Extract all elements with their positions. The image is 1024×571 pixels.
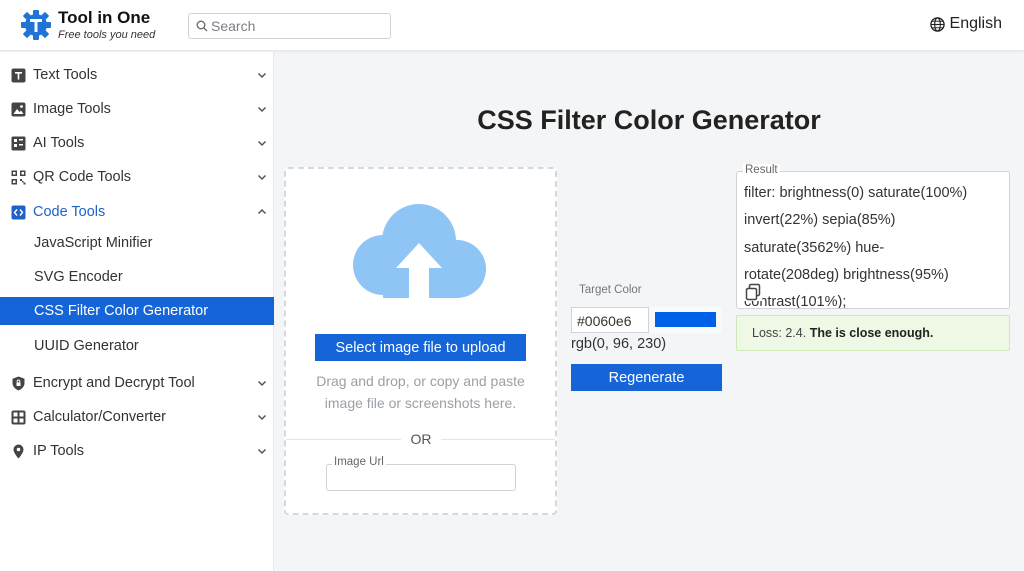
language-selector[interactable]: English — [929, 15, 1002, 33]
result-text[interactable]: filter: brightness(0) saturate(100%) inv… — [744, 180, 1006, 308]
image-url-label: Image Url — [332, 456, 386, 468]
logo-icon[interactable] — [20, 9, 52, 41]
upload-dropzone[interactable]: Select image file to upload Drag and dro… — [284, 167, 557, 515]
sidebar-item-label: Encrypt and Decrypt Tool — [33, 375, 195, 391]
chevron-down-icon — [257, 106, 267, 113]
brand[interactable]: Tool in One Free tools you need — [58, 9, 155, 42]
qr-code-icon — [11, 170, 26, 185]
sidebar-subitem-label: CSS Filter Color Generator — [34, 303, 209, 319]
ai-icon — [11, 136, 26, 151]
sidebar-subitem-label: UUID Generator — [34, 338, 139, 354]
rgb-value: rgb(0, 96, 230) — [571, 336, 667, 352]
sidebar-item-code-tools[interactable]: Code Tools — [0, 198, 274, 226]
top-header: Tool in One Free tools you need English — [0, 0, 1024, 51]
location-pin-icon — [13, 444, 24, 459]
chevron-down-icon — [257, 140, 267, 147]
loss-message: Loss: 2.4. The is close enough. — [736, 315, 1010, 351]
chevron-down-icon — [257, 174, 267, 181]
sidebar-item-ai-tools[interactable]: AI Tools — [0, 129, 274, 157]
sidebar: Text Tools Image Tools AI Tools QR Code … — [0, 52, 274, 571]
language-label: English — [949, 15, 1002, 32]
sidebar-item-encrypt-decrypt[interactable]: Encrypt and Decrypt Tool — [0, 369, 274, 397]
chevron-down-icon — [257, 72, 267, 79]
loss-value: Loss: 2.4. — [752, 326, 807, 340]
sidebar-item-label: AI Tools — [33, 135, 85, 151]
sidebar-item-label: Image Tools — [33, 101, 111, 117]
copy-icon[interactable] — [744, 283, 762, 301]
chevron-down-icon — [257, 414, 267, 421]
brand-tagline: Free tools you need — [58, 29, 156, 41]
brand-name: Tool in One — [58, 8, 151, 27]
loss-text: Loss: 2.4. The is close enough. — [752, 326, 933, 340]
color-swatch[interactable] — [655, 312, 716, 327]
result-box[interactable]: filter: brightness(0) saturate(100%) inv… — [736, 171, 1010, 309]
color-picker[interactable] — [648, 307, 722, 333]
sidebar-subitem-label: JavaScript Minifier — [34, 235, 153, 251]
target-color-field[interactable] — [571, 307, 722, 333]
sidebar-item-qr-code-tools[interactable]: QR Code Tools — [0, 163, 274, 191]
calculator-icon — [11, 410, 26, 425]
sidebar-item-text-tools[interactable]: Text Tools — [0, 61, 274, 89]
select-image-button[interactable]: Select image file to upload — [315, 334, 526, 361]
sidebar-item-label: IP Tools — [33, 443, 85, 459]
chevron-down-icon — [257, 380, 267, 387]
code-icon — [11, 205, 26, 220]
image-icon — [11, 102, 26, 117]
drop-hint: Drag and drop, or copy and paste image f… — [316, 373, 525, 411]
sidebar-subitem-svg-encoder[interactable]: SVG Encoder — [0, 263, 274, 291]
target-color-label: Target Color — [579, 284, 642, 296]
image-url-field[interactable] — [326, 464, 516, 491]
sidebar-subitem-label: SVG Encoder — [34, 269, 123, 285]
sidebar-item-label: Code Tools — [33, 204, 106, 220]
sidebar-item-image-tools[interactable]: Image Tools — [0, 95, 274, 123]
sidebar-item-calculator-converter[interactable]: Calculator/Converter — [0, 403, 274, 431]
sidebar-item-ip-tools[interactable]: IP Tools — [0, 437, 274, 465]
or-separator: OR — [401, 431, 441, 447]
shield-icon — [12, 376, 25, 391]
text-icon — [11, 68, 26, 83]
hex-input[interactable] — [577, 311, 647, 330]
page-title: CSS Filter Color Generator — [477, 105, 821, 135]
sidebar-subitem-javascript-minifier[interactable]: JavaScript Minifier — [0, 229, 274, 257]
sidebar-item-label: QR Code Tools — [33, 169, 132, 185]
regenerate-button[interactable]: Regenerate — [571, 364, 722, 391]
search-box[interactable] — [188, 13, 391, 39]
image-url-input[interactable] — [333, 468, 509, 487]
result-label: Result — [743, 164, 780, 176]
globe-icon — [929, 16, 945, 32]
cloud-upload-icon[interactable] — [349, 201, 489, 305]
sidebar-item-label: Text Tools — [33, 67, 98, 83]
sidebar-subitem-css-filter-color-generator[interactable]: CSS Filter Color Generator — [0, 297, 274, 325]
search-icon — [196, 20, 208, 32]
search-input[interactable] — [211, 16, 386, 36]
chevron-up-icon — [257, 208, 267, 215]
sidebar-item-label: Calculator/Converter — [33, 409, 166, 425]
chevron-down-icon — [257, 448, 267, 455]
sidebar-subitem-uuid-generator[interactable]: UUID Generator — [0, 332, 274, 360]
loss-verdict: The is close enough. — [809, 326, 934, 340]
